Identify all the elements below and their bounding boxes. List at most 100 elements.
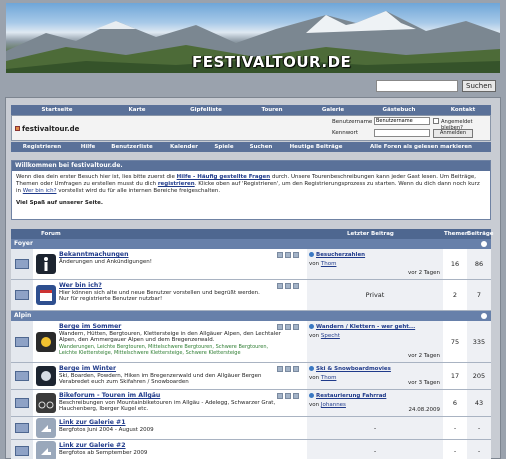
category-name: Foyer xyxy=(14,240,33,247)
col-last-post: Letzter Beitrag xyxy=(347,231,394,237)
search-input[interactable] xyxy=(376,80,458,92)
last-post-author-line: von Specht xyxy=(309,333,340,339)
forum-title[interactable]: Link zur Galerie #2 xyxy=(59,442,287,450)
last-post-title[interactable]: Ski & Snowboardmovies xyxy=(309,366,391,372)
forum-description: Änderungen und Ankündigungen! xyxy=(59,258,152,265)
remember-checkbox[interactable] xyxy=(433,118,439,124)
forum-description: Wandern, Hütten, Bergtouren, Kletterstei… xyxy=(59,330,281,344)
last-post-title[interactable]: Wandern / Klettern - wer geht... xyxy=(309,324,415,330)
collapse-icon[interactable] xyxy=(481,241,487,247)
nav-gipfelliste[interactable]: Gipfelliste xyxy=(171,107,241,113)
search-icon[interactable] xyxy=(277,252,283,258)
forum-info: Berge im Sommer Wandern, Hütten, Bergtou… xyxy=(59,323,287,357)
search-icon[interactable] xyxy=(277,283,283,289)
nav-mark-read[interactable]: Alle Foren als gelesen markieren xyxy=(351,144,491,150)
link-forum-icon xyxy=(15,423,29,433)
last-post-by-prefix: von xyxy=(309,261,321,267)
nav-registrieren[interactable]: Registrieren xyxy=(11,144,73,150)
bookmark-icon[interactable] xyxy=(293,283,299,289)
nav-suchen[interactable]: Suchen xyxy=(241,144,281,150)
site-logo[interactable]: FESTIVALTOUR.DE xyxy=(192,53,351,71)
nav-karte[interactable]: Karte xyxy=(103,107,171,113)
last-post-cell: Wandern / Klettern - wer geht... von Spe… xyxy=(307,321,443,362)
search-button[interactable]: Suchen xyxy=(462,80,496,92)
sun-icon xyxy=(36,331,56,352)
search-bar: Suchen xyxy=(0,78,506,94)
category-name: Alpin xyxy=(14,312,32,319)
last-post-cell: Privat xyxy=(307,280,443,310)
rss-icon[interactable] xyxy=(285,252,291,258)
topics-count: 17 xyxy=(450,372,460,380)
forum-row: Bikeforum - Touren im Allgäu Beschreibun… xyxy=(11,390,491,417)
category-foyer[interactable]: Foyer xyxy=(11,239,491,249)
search-icon[interactable] xyxy=(277,366,283,372)
posts-count: 205 xyxy=(467,363,491,389)
username-field[interactable] xyxy=(374,117,430,125)
category-alpin[interactable]: Alpin xyxy=(11,311,491,321)
forum-description: Hier können sich alte und neue Benutzer … xyxy=(59,289,260,296)
rss-icon[interactable] xyxy=(285,324,291,330)
collapse-icon[interactable] xyxy=(481,313,487,319)
forum-title[interactable]: Bekanntmachungen xyxy=(59,251,287,259)
last-post-author[interactable]: Specht xyxy=(321,333,340,339)
topics-count: - xyxy=(453,424,457,432)
welcome-text-part: vorstellst wird du für alle internen Ber… xyxy=(56,188,221,195)
last-post-title[interactable]: Besucherzahlen xyxy=(309,252,365,258)
welcome-text: Wenn dies dein erster Besuch hier ist, l… xyxy=(12,171,490,210)
nav-spiele[interactable]: Spiele xyxy=(207,144,241,150)
bookmark-icon[interactable] xyxy=(293,393,299,399)
posts-count: 43 xyxy=(467,390,491,416)
nav-gaestebuch[interactable]: Gästebuch xyxy=(363,107,435,113)
forum-title[interactable]: Link zur Galerie #1 xyxy=(59,419,287,427)
username-label: Benutzername xyxy=(332,119,373,125)
nav-hilfe[interactable]: Hilfe xyxy=(73,144,103,150)
table-header: Forum Letzter Beitrag Themen Beiträge xyxy=(11,229,494,239)
nav-benutzerliste[interactable]: Benutzerliste xyxy=(103,144,161,150)
bookmark-icon[interactable] xyxy=(293,324,299,330)
last-post-cell: Restaurierung Fahrrad von Johannes 24.08… xyxy=(307,390,443,416)
arrow-link-icon xyxy=(36,441,56,459)
nav-kontakt[interactable]: Kontakt xyxy=(435,107,491,113)
login-button[interactable]: Anmelden xyxy=(433,129,473,138)
nav-heutige-beitraege[interactable]: Heutige Beiträge xyxy=(281,144,351,150)
bookmark-icon[interactable] xyxy=(293,252,299,258)
last-post-date: 24.08.2009 xyxy=(408,407,441,413)
last-post-author[interactable]: Thom xyxy=(321,261,337,267)
bookmark-icon[interactable] xyxy=(293,366,299,372)
col-topics: Themen xyxy=(444,231,469,237)
register-link[interactable]: registrieren xyxy=(158,181,195,187)
password-field[interactable] xyxy=(374,129,430,137)
nav-galerie[interactable]: Galerie xyxy=(303,107,363,113)
last-post-author[interactable]: Johannes xyxy=(321,402,346,408)
private-label: Privat xyxy=(365,291,385,299)
topics-count: - xyxy=(453,447,457,455)
forum-info: Berge im Winter Ski, Boarden, Powdern, H… xyxy=(59,365,287,386)
subforum-links[interactable]: Wanderungen, Leichte Bergtouren, Mittels… xyxy=(59,344,287,357)
rss-icon[interactable] xyxy=(285,393,291,399)
search-icon[interactable] xyxy=(277,393,283,399)
nav-startseite[interactable]: Startseite xyxy=(11,107,103,113)
nav-touren[interactable]: Touren xyxy=(241,107,303,113)
forum-title[interactable]: Bikeforum - Touren im Allgäu xyxy=(59,392,287,400)
forum-info: Link zur Galerie #1 Bergfotos Juni 2004 … xyxy=(59,419,287,433)
last-post-author[interactable]: Thom xyxy=(321,375,337,381)
forum-status-cell xyxy=(11,390,33,416)
forum-title[interactable]: Berge im Sommer xyxy=(59,323,287,331)
last-post-title[interactable]: Restaurierung Fahrrad xyxy=(309,393,386,399)
forum-description-2: Verabredet euch zum Skifahren / Snowboar… xyxy=(59,379,189,386)
last-post-date: vor 2 Tagen xyxy=(407,353,440,359)
search-icon[interactable] xyxy=(277,324,283,330)
site-title[interactable]: festivaltour.de xyxy=(22,125,79,133)
rss-icon[interactable] xyxy=(285,283,291,289)
forum-status-cell xyxy=(11,249,33,279)
faq-link[interactable]: Hilfe - Häufig gestellte Fragen xyxy=(177,174,271,180)
nav-kalender[interactable]: Kalender xyxy=(161,144,207,150)
forum-title[interactable]: Berge im Winter xyxy=(59,365,287,373)
home-icon[interactable] xyxy=(15,126,20,131)
wer-bin-ich-link[interactable]: Wer bin ich? xyxy=(23,188,57,194)
rss-icon[interactable] xyxy=(285,366,291,372)
forum-title[interactable]: Wer bin ich? xyxy=(59,282,287,290)
forum-status-icon xyxy=(15,336,29,347)
posts-count: 7 xyxy=(467,280,491,310)
forum-row: Berge im Sommer Wandern, Hütten, Bergtou… xyxy=(11,321,491,363)
